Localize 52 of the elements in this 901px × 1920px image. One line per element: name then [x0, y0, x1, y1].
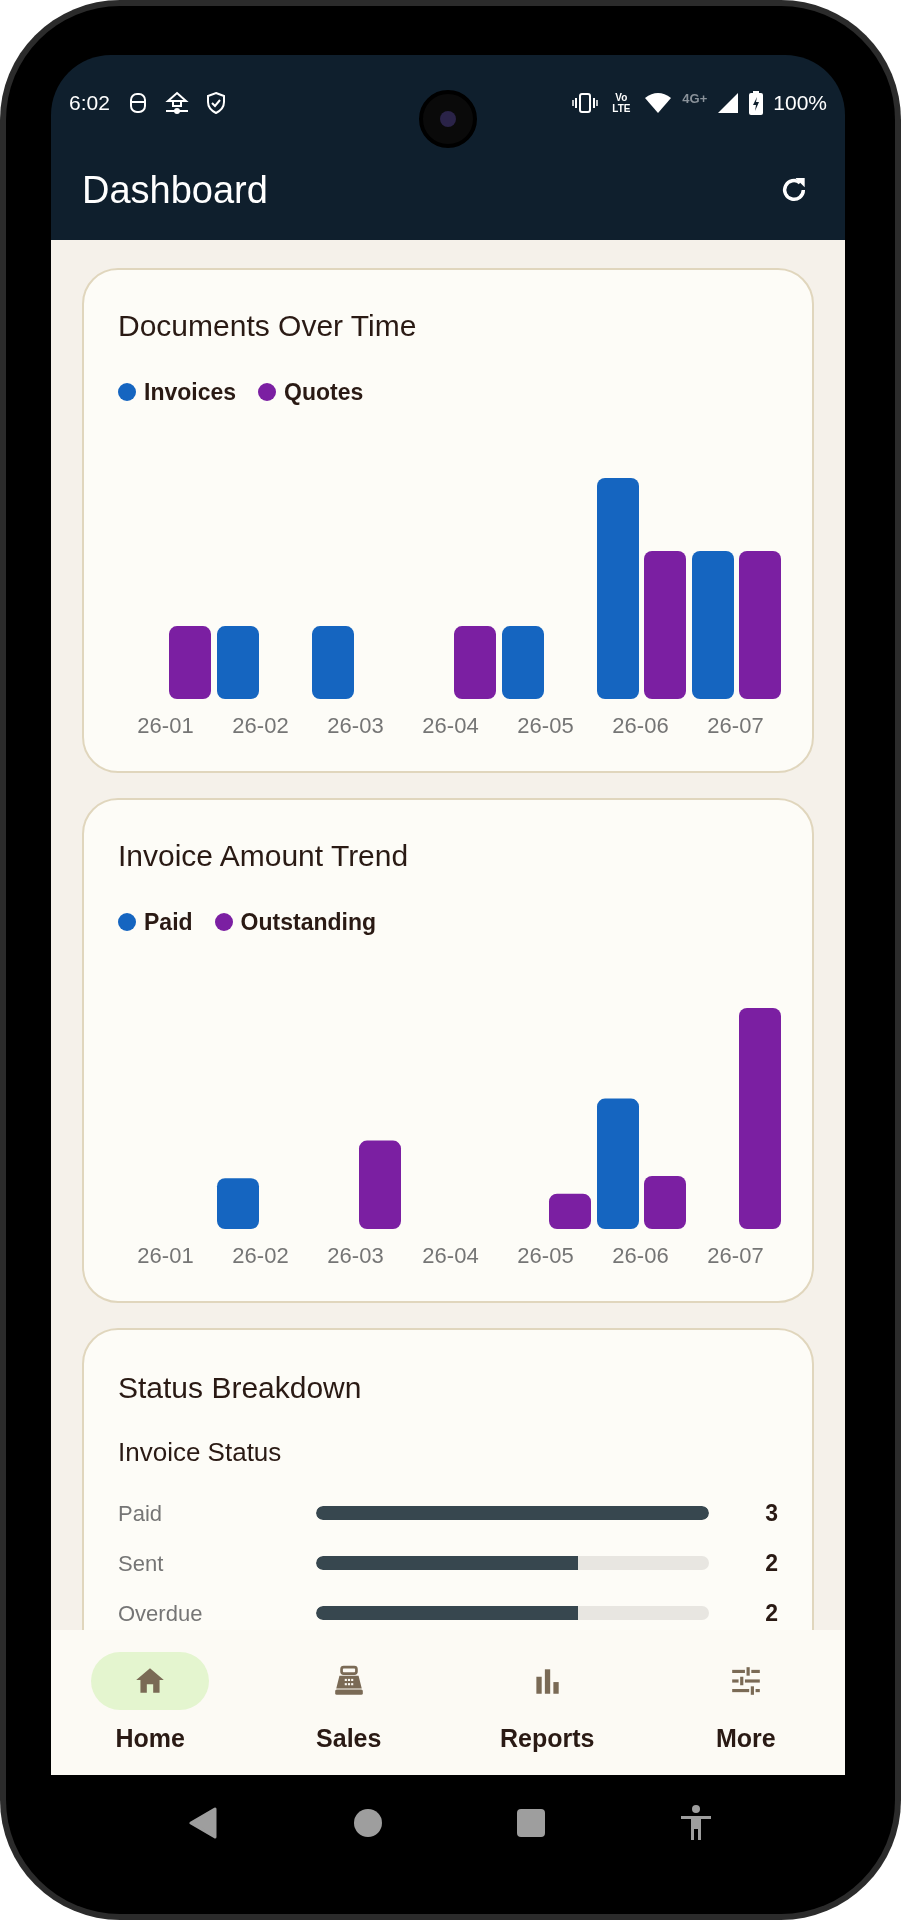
- notification-icon: [127, 91, 148, 114]
- legend-label: Outstanding: [240, 907, 376, 937]
- status-label: Overdue: [118, 1599, 204, 1628]
- network-type: 4G+: [682, 89, 708, 108]
- home-circle-icon[interactable]: [353, 1808, 382, 1837]
- vibrate-icon: [572, 91, 599, 114]
- card-title: Invoice Amount Trend: [118, 838, 410, 874]
- axis-label: 26-07: [706, 1242, 765, 1270]
- chart-bar: [644, 1175, 686, 1229]
- axis-label: 26-02: [231, 1242, 290, 1270]
- wifi-icon: [644, 91, 673, 114]
- volte-label: Vo LTE: [611, 91, 632, 114]
- shield-icon: [205, 90, 226, 115]
- legend-label: Paid: [144, 907, 193, 937]
- status-label: Sent: [118, 1549, 165, 1578]
- legend-label: Invoices: [144, 377, 237, 407]
- axis-label: 26-05: [516, 1242, 575, 1270]
- axis-label: 26-03: [326, 712, 385, 740]
- chart-bar: [217, 1178, 259, 1229]
- card-title: Status Breakdown: [118, 1370, 363, 1406]
- status-label: Paid: [118, 1499, 164, 1528]
- nav-item[interactable]: Sales: [249, 1630, 448, 1775]
- axis-label: 26-01: [136, 712, 195, 740]
- status-count: 2: [765, 1548, 778, 1578]
- back-icon[interactable]: [188, 1806, 219, 1839]
- axis-label: 26-01: [136, 1242, 195, 1270]
- app-bar-title: Dashboard: [82, 167, 268, 213]
- nav-item[interactable]: Home: [51, 1630, 250, 1775]
- nav-item[interactable]: More: [646, 1630, 845, 1775]
- upload-icon: [163, 90, 190, 115]
- axis-label: 26-06: [611, 712, 670, 740]
- axis-label: 26-07: [706, 712, 765, 740]
- legend-label: Quotes: [284, 377, 364, 407]
- chart-bar: [549, 1193, 591, 1229]
- battery-percentage: 100%: [773, 89, 827, 116]
- nav-item[interactable]: Reports: [448, 1630, 647, 1775]
- status-count: 2: [765, 1598, 778, 1628]
- axis-label: 26-02: [231, 712, 290, 740]
- section-subtitle: Invoice Status: [118, 1436, 283, 1468]
- axis-label: 26-04: [421, 1242, 480, 1270]
- card-title: Documents Over Time: [118, 308, 418, 344]
- accessibility-icon[interactable]: [680, 1804, 713, 1841]
- axis-label: 26-06: [611, 1242, 670, 1270]
- signal-icon: [717, 91, 740, 114]
- camera-icon: [419, 90, 477, 148]
- status-count: 3: [765, 1498, 778, 1528]
- axis-label: 26-05: [516, 712, 575, 740]
- axis-label: 26-03: [326, 1242, 385, 1270]
- axis-label: 26-04: [421, 712, 480, 740]
- status-time: 6:02: [69, 89, 110, 116]
- battery-icon: [749, 90, 764, 115]
- recents-icon[interactable]: [517, 1808, 546, 1837]
